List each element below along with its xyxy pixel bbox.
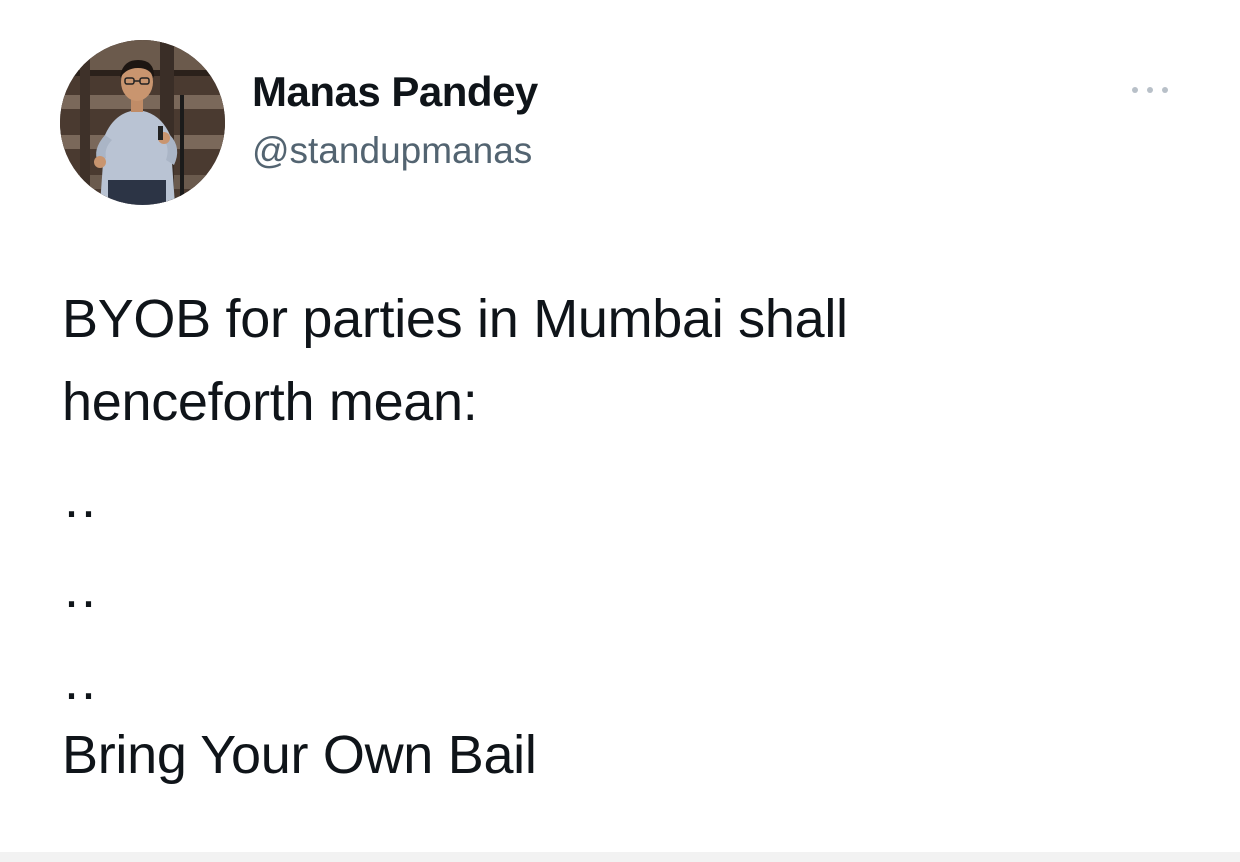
tweet-text-line: BYOB for parties in Mumbai shall — [62, 289, 848, 349]
more-dot — [1147, 87, 1153, 93]
tweet-text: BYOB for parties in Mumbai shall hencefo… — [62, 278, 1162, 444]
more-dot — [1132, 87, 1138, 93]
divider — [0, 852, 1240, 862]
tweet-card: Manas Pandey @standupmanas BYOB for part… — [0, 0, 1240, 862]
avatar-image — [60, 40, 225, 205]
author-display-name[interactable]: Manas Pandey — [252, 68, 538, 116]
tweet-ellipsis: .. — [64, 469, 99, 529]
author-handle[interactable]: @standupmanas — [252, 130, 532, 172]
avatar[interactable] — [60, 40, 225, 205]
tweet-ellipsis: .. — [64, 559, 99, 619]
tweet-ellipsis: .. — [64, 651, 99, 711]
more-dot — [1162, 87, 1168, 93]
tweet-text-line: henceforth mean: — [62, 372, 478, 432]
tweet-punchline: Bring Your Own Bail — [62, 725, 537, 785]
more-horizontal-icon[interactable] — [1126, 78, 1174, 102]
